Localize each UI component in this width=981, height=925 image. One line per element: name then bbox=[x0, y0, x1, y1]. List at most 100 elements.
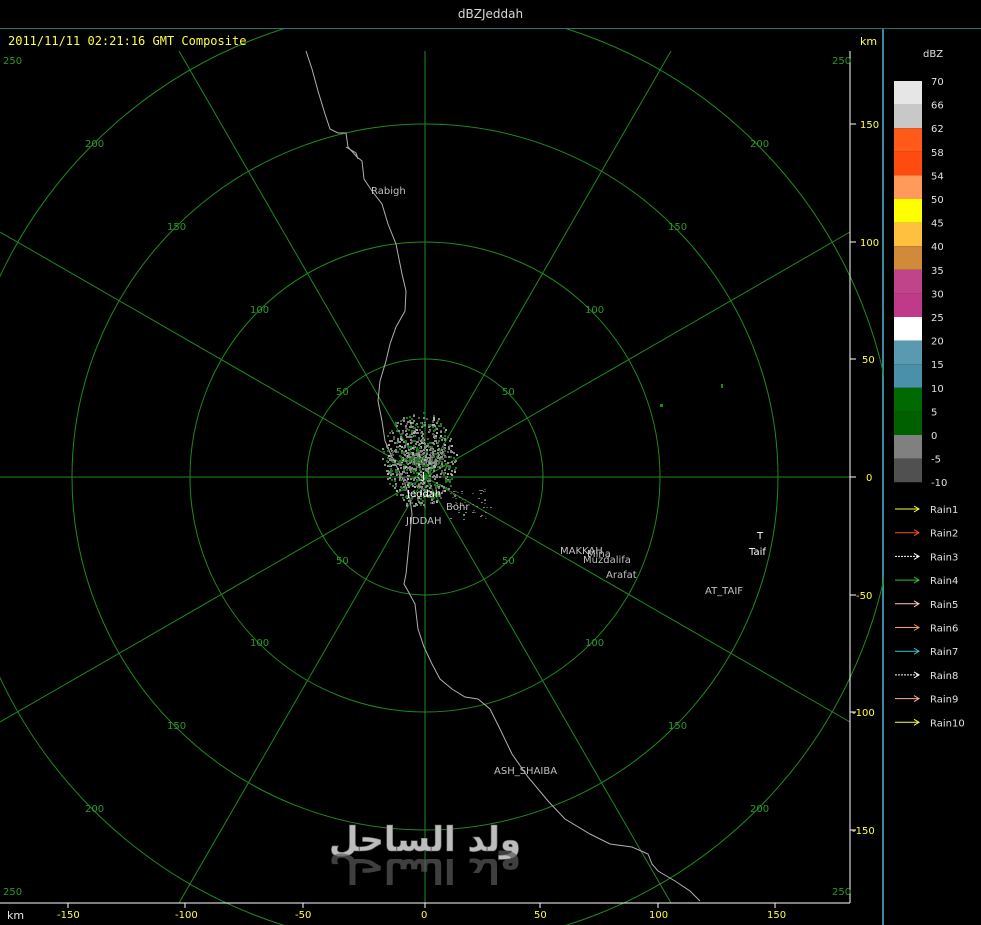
ring-label-150-nw: 150 bbox=[167, 222, 186, 233]
echo-pixel bbox=[485, 518, 487, 519]
echo-pixel bbox=[444, 450, 446, 452]
echo-pixel bbox=[403, 486, 405, 488]
echo-pixel bbox=[397, 468, 399, 470]
ring-label-50-ne: 50 bbox=[502, 387, 515, 398]
echo-pixel bbox=[440, 425, 442, 427]
window-title: dBZJeddah bbox=[457, 7, 524, 21]
echo-pixel bbox=[391, 479, 393, 481]
echo-small-1 bbox=[721, 384, 723, 388]
echo-pixel bbox=[407, 443, 409, 445]
echo-pixel bbox=[425, 475, 427, 477]
echo-pixel bbox=[447, 436, 449, 438]
echo-pixel bbox=[439, 450, 441, 452]
ring-label-50-sw: 50 bbox=[336, 556, 349, 567]
echo-pixel bbox=[431, 446, 433, 448]
legend-swatch-0 bbox=[894, 435, 922, 459]
echo-pixel bbox=[453, 491, 455, 492]
echo-pixel bbox=[406, 462, 408, 464]
echo-pixel bbox=[440, 452, 442, 454]
echo-pixel bbox=[405, 458, 407, 460]
ring-label-100-se: 100 bbox=[585, 638, 604, 649]
echo-pixel bbox=[400, 436, 402, 438]
echo-pixel bbox=[412, 447, 414, 449]
echo-pixel bbox=[420, 458, 422, 460]
echo-pixel bbox=[394, 460, 396, 462]
echo-pixel bbox=[453, 457, 455, 459]
echo-pixel bbox=[400, 456, 402, 458]
echo-pixel bbox=[424, 461, 426, 463]
echo-pixel bbox=[421, 463, 423, 465]
echo-pixel bbox=[449, 479, 451, 481]
echo-pixel bbox=[430, 502, 432, 504]
echo-pixel bbox=[399, 441, 401, 443]
echo-pixel bbox=[405, 425, 407, 427]
echo-pixel bbox=[399, 445, 401, 447]
echo-pixel bbox=[405, 442, 407, 444]
ring-label-100-ne: 100 bbox=[585, 305, 604, 316]
echo-pixel bbox=[413, 468, 415, 470]
legend-label-50: 50 bbox=[931, 195, 944, 206]
echo-pixel bbox=[411, 502, 413, 504]
echo-pixel bbox=[455, 491, 457, 492]
echo-pixel bbox=[422, 437, 424, 439]
echo-pixel bbox=[442, 437, 444, 439]
y-tick-150: 150 bbox=[860, 120, 879, 131]
echo-pixel bbox=[389, 477, 391, 479]
echo-pixel bbox=[383, 451, 385, 453]
y-tick-minus-100: -100 bbox=[852, 708, 875, 719]
echo-pixel bbox=[481, 515, 483, 516]
legend-swatch--5 bbox=[894, 458, 922, 483]
legend-swatch-5 bbox=[894, 411, 922, 435]
echo-pixel bbox=[409, 458, 411, 460]
rain-label-5: Rain5 bbox=[930, 600, 958, 611]
rain-label-1: Rain1 bbox=[930, 505, 958, 516]
x-tick-150: 150 bbox=[767, 910, 786, 921]
echo-pixel bbox=[399, 464, 401, 466]
echo-pixel bbox=[394, 464, 396, 466]
echo-pixel bbox=[418, 464, 420, 466]
echo-pixel bbox=[394, 480, 396, 482]
echo-pixel bbox=[441, 463, 443, 465]
echo-pixel bbox=[409, 420, 411, 422]
echo-pixel bbox=[392, 432, 394, 434]
echo-pixel bbox=[426, 418, 428, 420]
legend-label-0: 0 bbox=[931, 431, 937, 442]
echo-pixel bbox=[409, 456, 411, 458]
echo-pixel bbox=[474, 512, 476, 513]
echo-pixel bbox=[411, 418, 413, 420]
echo-pixel bbox=[435, 476, 437, 478]
rain-label-8: Rain8 bbox=[930, 671, 958, 682]
echo-pixel bbox=[403, 489, 405, 491]
legend-swatch-10 bbox=[894, 387, 922, 412]
radar-plot[interactable]: 2011/11/11 02:21:16 GMT Composite km km … bbox=[0, 29, 884, 925]
echo-pixel bbox=[441, 449, 443, 451]
coastline-islands bbox=[345, 146, 359, 160]
echo-pixel bbox=[433, 475, 435, 477]
echo-pixel bbox=[407, 467, 409, 469]
ring-label-150-se: 150 bbox=[668, 721, 687, 732]
echo-pixel bbox=[430, 485, 432, 487]
echo-pixel bbox=[421, 502, 423, 504]
echo-pixel bbox=[429, 446, 431, 448]
echo-pixel bbox=[427, 480, 429, 482]
echo-pixel bbox=[396, 425, 398, 427]
radar-window: dBZJeddah 2011/11/11 02:21:16 GMT Compos… bbox=[0, 0, 981, 925]
echo-pixel bbox=[438, 425, 440, 427]
echo-pixel bbox=[403, 420, 405, 422]
echo-pixel bbox=[387, 447, 389, 449]
echo-pixel bbox=[422, 439, 424, 441]
echo-pixel bbox=[433, 419, 435, 421]
echo-pixel bbox=[395, 485, 397, 487]
echo-pixel bbox=[387, 465, 389, 467]
echo-pixel bbox=[413, 479, 415, 481]
echo-pixel bbox=[395, 469, 397, 471]
echo-pixel bbox=[418, 444, 420, 446]
echo-pixel bbox=[436, 432, 438, 434]
place-jiddah: JIDDAH bbox=[405, 516, 441, 527]
echo-pixel bbox=[463, 519, 465, 520]
echo-pixel bbox=[402, 497, 404, 499]
echo-pixel bbox=[405, 440, 407, 442]
legend-swatch-40 bbox=[894, 246, 922, 270]
echo-pixel bbox=[406, 417, 408, 419]
echo-pixel bbox=[416, 461, 418, 463]
